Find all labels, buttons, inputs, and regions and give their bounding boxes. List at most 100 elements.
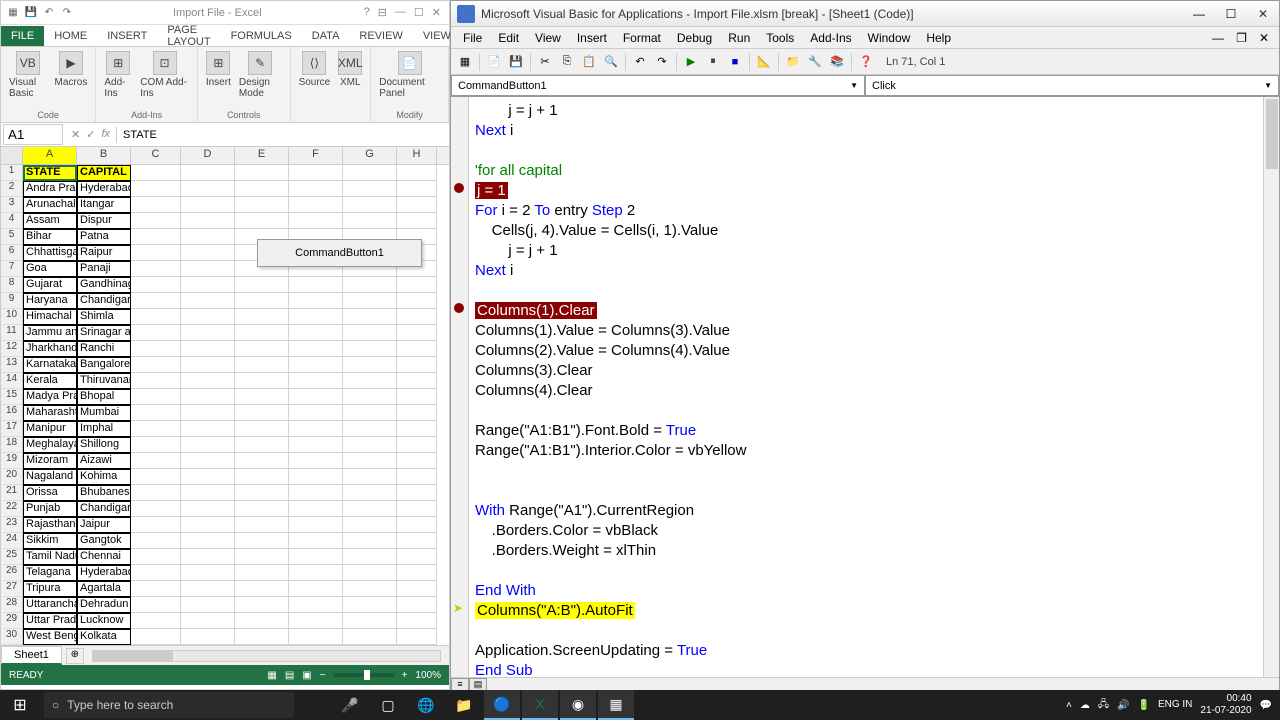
menu-view[interactable]: View: [527, 29, 569, 47]
table-row[interactable]: 18 Meghalaya Shillong: [1, 437, 449, 453]
notifications-icon[interactable]: 💬: [1260, 700, 1272, 711]
menu-debug[interactable]: Debug: [669, 29, 720, 47]
procedure-dropdown[interactable]: Click▼: [865, 75, 1279, 96]
tab-insert[interactable]: INSERT: [97, 26, 157, 46]
sheet-tab-sheet1[interactable]: Sheet1: [1, 646, 62, 665]
spreadsheet-grid[interactable]: A B C D E F G H 1 STATE CAPITAL 2 Andra …: [1, 147, 449, 645]
table-row[interactable]: 4 Assam Dispur: [1, 213, 449, 229]
redo-icon[interactable]: ↷: [652, 52, 672, 72]
menu-tools[interactable]: Tools: [758, 29, 802, 47]
excel-taskbar-icon[interactable]: X: [522, 690, 558, 720]
breakpoint-gutter[interactable]: ➤: [451, 97, 469, 677]
undo-icon[interactable]: ↶: [630, 52, 650, 72]
tab-formulas[interactable]: FORMULAS: [221, 26, 302, 46]
tab-data[interactable]: DATA: [302, 26, 350, 46]
menu-window[interactable]: Window: [860, 29, 919, 47]
insert-module-icon[interactable]: 📄: [484, 52, 504, 72]
table-row[interactable]: 27 Tripura Agartala: [1, 581, 449, 597]
col-header-g[interactable]: G: [343, 147, 397, 164]
menu-addins[interactable]: Add-Ins: [802, 29, 859, 47]
tray-up-icon[interactable]: ˄: [1066, 700, 1072, 711]
task-view-icon[interactable]: ▢: [370, 690, 406, 720]
col-header-b[interactable]: B: [77, 147, 131, 164]
edge-icon[interactable]: 🌐: [408, 690, 444, 720]
tab-home[interactable]: HOME: [44, 26, 97, 46]
formula-bar[interactable]: STATE: [116, 127, 449, 143]
table-row[interactable]: 22 Punjab Chandigarh: [1, 501, 449, 517]
design-mode-icon[interactable]: 📐: [754, 52, 774, 72]
search-box[interactable]: ○ Type here to search: [44, 692, 294, 718]
table-row[interactable]: 23 Rajasthan Jaipur: [1, 517, 449, 533]
code-editor[interactable]: ➤ j = j + 1Next i 'for all capitalj = 1F…: [451, 97, 1279, 677]
break-icon[interactable]: ⏸: [703, 52, 723, 72]
table-row[interactable]: 17 Manipur Imphal: [1, 421, 449, 437]
cut-icon[interactable]: ✂: [535, 52, 555, 72]
minimize-icon[interactable]: —: [395, 6, 406, 19]
redo-icon[interactable]: ↷: [59, 5, 75, 21]
menu-format[interactable]: Format: [615, 29, 669, 47]
col-header-c[interactable]: C: [131, 147, 181, 164]
command-button-1[interactable]: CommandButton1: [257, 239, 422, 267]
cancel-formula-icon[interactable]: ✕: [71, 128, 80, 141]
table-row[interactable]: 10 Himachal Shimla: [1, 309, 449, 325]
object-browser-icon[interactable]: 📚: [827, 52, 847, 72]
save-icon[interactable]: 💾: [23, 5, 39, 21]
table-row[interactable]: 12 Jharkhand Ranchi: [1, 341, 449, 357]
visual-basic-button[interactable]: VBVisual Basic: [7, 49, 49, 101]
object-dropdown[interactable]: CommandButton1▼: [451, 75, 865, 96]
run-icon[interactable]: ▶: [681, 52, 701, 72]
help-icon[interactable]: ❓: [856, 52, 876, 72]
mdi-close-icon[interactable]: ✕: [1253, 31, 1275, 45]
design-mode-button[interactable]: ✎Design Mode: [237, 49, 284, 101]
table-row[interactable]: 24 Sikkim Gangtok: [1, 533, 449, 549]
horizontal-scrollbar[interactable]: [92, 650, 441, 662]
doc-panel-button[interactable]: 📄Document Panel: [377, 49, 442, 101]
table-row[interactable]: 3 Arunachal Itangar: [1, 197, 449, 213]
col-header-h[interactable]: H: [397, 147, 437, 164]
select-all-corner[interactable]: [1, 147, 23, 164]
table-row[interactable]: 13 Karnataka Bangalore: [1, 357, 449, 373]
view-normal-icon[interactable]: ▦: [267, 670, 276, 681]
zoom-in-icon[interactable]: +: [402, 670, 408, 681]
table-row[interactable]: 16 Maharashtra Mumbai: [1, 405, 449, 421]
onedrive-icon[interactable]: ☁: [1080, 700, 1090, 711]
clock[interactable]: 00:40 21-07-2020: [1200, 693, 1251, 717]
xml-button[interactable]: XMLXML: [336, 49, 364, 90]
col-header-d[interactable]: D: [181, 147, 235, 164]
view-layout-icon[interactable]: ▤: [285, 670, 294, 681]
help-icon[interactable]: ?: [364, 6, 370, 19]
maximize-button[interactable]: ☐: [1215, 4, 1247, 24]
app2-icon[interactable]: ▦: [598, 690, 634, 720]
view-excel-icon[interactable]: ▦: [455, 52, 475, 72]
table-row[interactable]: 1 STATE CAPITAL: [1, 165, 449, 181]
menu-edit[interactable]: Edit: [490, 29, 527, 47]
undo-icon[interactable]: ↶: [41, 5, 57, 21]
reset-icon[interactable]: ■: [725, 52, 745, 72]
find-icon[interactable]: 🔍: [601, 52, 621, 72]
table-row[interactable]: 9 Haryana Chandigarh: [1, 293, 449, 309]
app-icon[interactable]: ◉: [560, 690, 596, 720]
table-row[interactable]: 21 Orissa Bhubaneshwar: [1, 485, 449, 501]
table-row[interactable]: 19 Mizoram Aizawi: [1, 453, 449, 469]
name-box[interactable]: [3, 124, 63, 145]
chrome-icon[interactable]: 🔵: [484, 690, 520, 720]
minimize-button[interactable]: —: [1183, 4, 1215, 24]
menu-help[interactable]: Help: [918, 29, 959, 47]
add-sheet-button[interactable]: ⊕: [66, 648, 84, 664]
table-row[interactable]: 28 Uttaranchal Dehradun: [1, 597, 449, 613]
copy-icon[interactable]: ⎘: [557, 52, 577, 72]
cortana-icon[interactable]: 🎤: [332, 690, 368, 720]
breakpoint-marker[interactable]: [454, 183, 464, 193]
table-row[interactable]: 8 Gujarat Gandhinagar: [1, 277, 449, 293]
table-row[interactable]: 14 Kerala Thiruvananthapuram: [1, 373, 449, 389]
zoom-level[interactable]: 100%: [415, 670, 441, 681]
menu-run[interactable]: Run: [720, 29, 758, 47]
file-explorer-icon[interactable]: 📁: [446, 690, 482, 720]
enter-formula-icon[interactable]: ✓: [86, 128, 95, 141]
tab-file[interactable]: FILE: [1, 26, 44, 46]
source-button[interactable]: ⟨⟩Source: [297, 49, 333, 90]
table-row[interactable]: 30 West Bengal Kolkata: [1, 629, 449, 645]
network-icon[interactable]: 🖧: [1098, 697, 1109, 714]
view-break-icon[interactable]: ▣: [302, 670, 311, 681]
fx-icon[interactable]: fx: [101, 128, 110, 141]
